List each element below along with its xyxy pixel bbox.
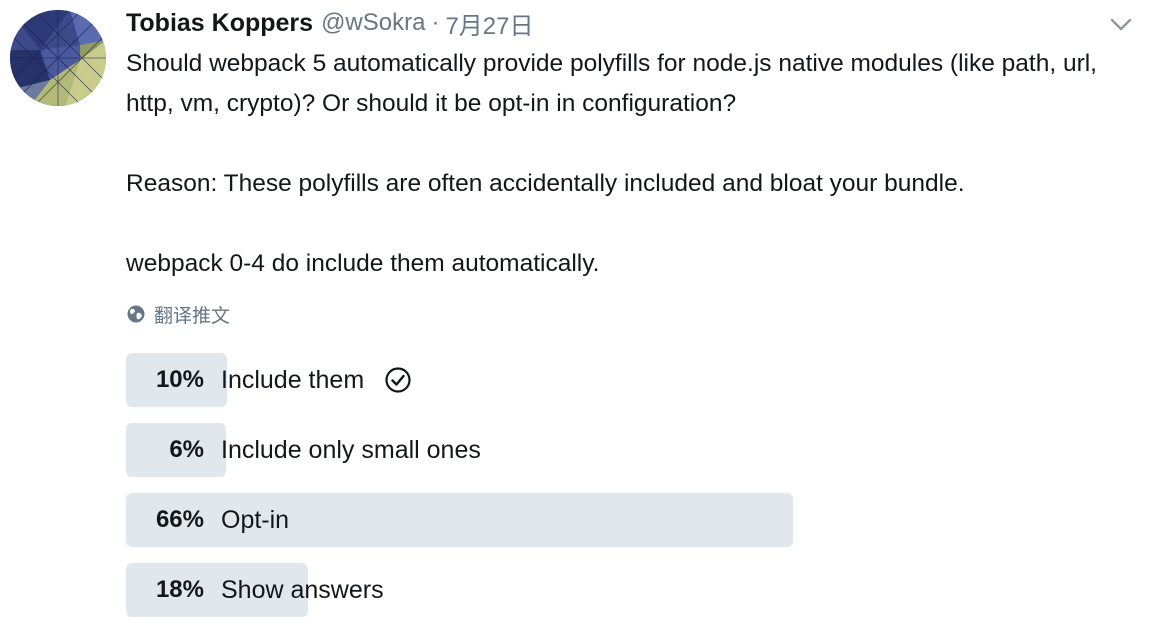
poll-option-label: Opt-in xyxy=(221,506,290,534)
check-circle-icon xyxy=(384,366,412,394)
poll-percent: 18% xyxy=(155,576,204,603)
tweet-text: Should webpack 5 automatically provide p… xyxy=(126,44,1136,284)
poll: 10% Include them 6% Include only small o… xyxy=(126,353,1136,633)
poll-option-include-them[interactable]: 10% Include them xyxy=(126,353,1136,407)
poll-percent: 10% xyxy=(155,366,204,393)
poll-option-opt-in[interactable]: 66% Opt-in xyxy=(126,493,1136,547)
poll-option-label: Show answers xyxy=(221,576,384,604)
separator: · xyxy=(431,9,440,36)
tweet-date[interactable]: 7月27日 xyxy=(445,6,533,41)
avatar[interactable] xyxy=(10,10,106,106)
poll-option-show-answers[interactable]: 18% Show answers xyxy=(126,563,1136,617)
poll-option-label-wrap: Show answers xyxy=(221,563,384,617)
poll-option-label-wrap: Include them xyxy=(221,353,412,407)
poll-percent: 66% xyxy=(155,506,204,533)
poll-option-include-only-small-ones[interactable]: 6% Include only small ones xyxy=(126,423,1136,477)
poll-option-label: Include them xyxy=(221,366,365,394)
poll-percent: 6% xyxy=(169,436,204,463)
tweet-paragraph: webpack 0-4 do include them automaticall… xyxy=(126,250,600,277)
translate-tweet-link[interactable]: 翻译推文 xyxy=(126,299,230,329)
globe-icon xyxy=(127,305,145,323)
poll-option-label-wrap: Include only small ones xyxy=(221,423,481,477)
author-handle[interactable]: @wSokra xyxy=(321,9,425,37)
poll-option-label: Include only small ones xyxy=(221,436,481,464)
tweet-menu-button[interactable] xyxy=(1106,10,1136,40)
chevron-down-icon xyxy=(1110,18,1132,31)
tweet-paragraph: Reason: These polyfills are often accide… xyxy=(126,170,965,197)
translate-label: 翻译推文 xyxy=(154,305,231,327)
poll-option-label-wrap: Opt-in xyxy=(221,493,289,547)
author-name[interactable]: Tobias Koppers xyxy=(126,9,313,38)
tweet-header: Tobias Koppers @wSokra · 7月27日 xyxy=(126,6,534,40)
tweet-paragraph: Should webpack 5 automatically provide p… xyxy=(126,50,1097,117)
